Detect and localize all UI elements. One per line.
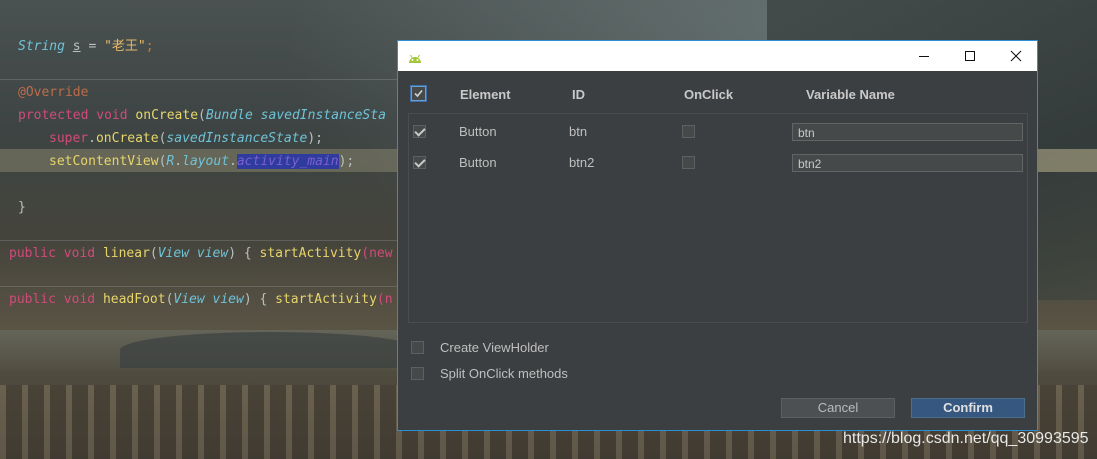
cancel-button[interactable]: Cancel <box>781 398 895 418</box>
row-select-checkbox[interactable] <box>413 156 426 169</box>
variable-name-field[interactable]: btn <box>792 123 1023 141</box>
close-icon[interactable] <box>993 41 1039 71</box>
row-select-checkbox[interactable] <box>413 125 426 138</box>
row-id: btn <box>569 124 588 139</box>
split-onclick-label: Split OnClick methods <box>440 366 568 381</box>
method-separator <box>0 286 400 287</box>
column-header-element: Element <box>460 87 511 102</box>
code-line-field: String s = "老王"; <box>18 39 154 54</box>
dialog-titlebar[interactable] <box>398 41 1037 71</box>
confirm-button[interactable]: Confirm <box>911 398 1025 418</box>
variable-name-field[interactable]: btn2 <box>792 154 1023 172</box>
row-onclick-checkbox[interactable] <box>682 156 695 169</box>
row-element: Button <box>459 155 497 170</box>
element-table: Button btn btn Button btn2 btn2 <box>408 113 1028 323</box>
create-viewholder-checkbox[interactable] <box>411 341 424 354</box>
row-onclick-checkbox[interactable] <box>682 125 695 138</box>
code-line-set-content-view: setContentView(R.layout.activity_main); <box>49 154 355 169</box>
current-line-highlight-right <box>1038 149 1097 172</box>
row-element: Button <box>459 124 497 139</box>
method-separator <box>0 79 400 80</box>
code-line-linear-method: public void linear(View view) { startAct… <box>9 246 393 261</box>
column-header-id: ID <box>572 87 585 102</box>
code-line-super-call: super.onCreate(savedInstanceState); <box>49 131 323 146</box>
android-icon <box>407 49 423 63</box>
butterknife-dialog: Element ID OnClick Variable Name Button … <box>397 40 1038 431</box>
split-onclick-checkbox[interactable] <box>411 367 424 380</box>
select-all-checkbox[interactable] <box>411 86 426 101</box>
table-row[interactable]: Button btn2 btn2 <box>409 150 1027 176</box>
code-line-method-signature: protected void onCreate(Bundle savedInst… <box>18 108 386 123</box>
code-line-annotation: @Override <box>18 85 89 100</box>
table-row[interactable]: Button btn btn <box>409 119 1027 145</box>
selected-text: activity_main <box>236 154 339 169</box>
watermark-text: https://blog.csdn.net/qq_30993595 <box>843 430 1089 447</box>
method-separator <box>0 240 400 241</box>
column-header-variable-name: Variable Name <box>806 87 895 102</box>
minimize-icon[interactable] <box>901 41 947 71</box>
code-line-closing-brace: } <box>18 200 26 215</box>
create-viewholder-label: Create ViewHolder <box>440 340 549 355</box>
code-line-headfoot-method: public void headFoot(View view) { startA… <box>9 292 393 307</box>
column-header-onclick: OnClick <box>684 87 734 102</box>
maximize-icon[interactable] <box>947 41 993 71</box>
row-id: btn2 <box>569 155 595 170</box>
